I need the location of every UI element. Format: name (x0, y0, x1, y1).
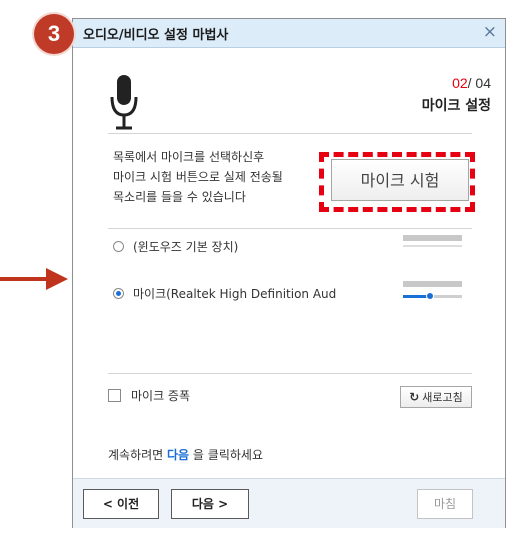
step-name: 마이크 설정 (421, 98, 491, 114)
step-number-badge: 3 (34, 14, 74, 54)
title-bar: 오디오/비디오 설정 마법사 × (73, 19, 505, 48)
divider (108, 228, 472, 229)
mic-boost-label: 마이크 증폭 (131, 389, 191, 403)
footer-hint: 계속하려면 다음 을 클릭하세요 (108, 446, 263, 463)
divider (108, 133, 472, 134)
prev-button[interactable]: < 이전 (83, 489, 159, 519)
footer-prefix: 계속하려면 (108, 448, 168, 462)
radio-button[interactable] (113, 241, 124, 252)
level-meter (403, 235, 462, 241)
instruction-line: 목소리를 들을 수 있습니다 (113, 190, 246, 204)
instruction-line: 목록에서 마이크를 선택하신후 (113, 150, 265, 164)
highlight-box (319, 152, 475, 212)
step-indicator: 02/ 04 (452, 75, 491, 91)
microphone-icon (110, 75, 138, 130)
mic-boost-checkbox[interactable] (108, 389, 121, 402)
mic-boost-option[interactable]: 마이크 증폭 (108, 387, 190, 404)
level-meter-track (403, 245, 462, 247)
refresh-button[interactable]: ↻ 새로고침 (400, 386, 472, 408)
dialog-title: 오디오/비디오 설정 마법사 (83, 28, 229, 43)
refresh-label: 새로고침 (422, 391, 463, 404)
footer-keyword: 다음 (167, 448, 190, 462)
step-current: 02 (452, 75, 468, 91)
instruction-line: 마이크 시험 버튼으로 실제 전송될 (113, 170, 283, 184)
radio-button-selected[interactable] (113, 288, 124, 299)
arrow-right-icon (0, 268, 68, 290)
refresh-icon: ↻ (409, 390, 420, 404)
device-option-realtek[interactable]: 마이크(Realtek High Definition Aud (113, 285, 336, 302)
finish-button[interactable]: 마침 (417, 489, 473, 519)
divider (108, 373, 472, 374)
device-label: 마이크(Realtek High Definition Aud (133, 287, 337, 301)
level-meter (403, 281, 462, 287)
step-total: 04 (475, 75, 491, 91)
instructions: 목록에서 마이크를 선택하신후 마이크 시험 버튼으로 실제 전송될 목소리를 … (113, 147, 313, 207)
device-label: (윈도우즈 기본 장치) (133, 240, 239, 254)
device-option-default[interactable]: (윈도우즈 기본 장치) (113, 238, 238, 255)
av-setup-wizard-dialog: 오디오/비디오 설정 마법사 × 02/ 04 마이크 설정 목록에서 마이크를… (72, 18, 506, 528)
close-icon[interactable]: × (483, 22, 497, 42)
next-button[interactable]: 다음 > (171, 489, 249, 519)
button-bar: < 이전 다음 > 마침 (73, 478, 505, 528)
volume-slider-thumb[interactable] (426, 292, 434, 300)
footer-suffix: 을 클릭하세요 (189, 448, 263, 462)
